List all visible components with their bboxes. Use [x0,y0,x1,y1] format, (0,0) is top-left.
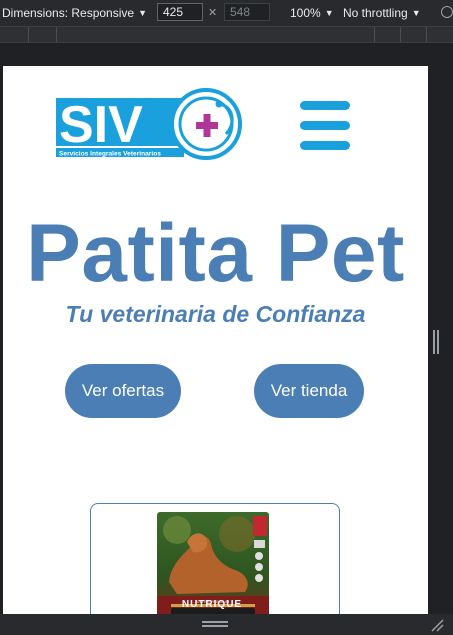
ruler-segment[interactable] [426,27,427,42]
media-query-ruler[interactable] [0,27,453,43]
dimensions-label: Dimensions: Responsive [2,6,135,20]
ruler-segment[interactable] [374,27,375,42]
height-input[interactable] [224,3,270,21]
logo-tagline: Servicios Integrales Veterinarios [59,151,161,158]
logo-text: SIV [59,96,143,154]
viewport-width-resize-handle[interactable] [433,330,439,354]
settings-icon[interactable] [441,6,453,18]
ruler-segment[interactable] [56,27,57,42]
width-input[interactable] [157,3,203,21]
viewport-height-resize-handle[interactable] [202,621,228,627]
throttle-dropdown[interactable]: No throttling ▼ [343,0,421,26]
ruler-segment[interactable] [400,27,401,42]
product-card[interactable]: ULTRA PREMIUM NUTRIQUE [90,503,340,614]
zoom-label: 100% [290,6,321,20]
dimensions-dropdown[interactable]: Dimensions: Responsive ▼ [2,0,147,26]
offers-button[interactable]: Ver ofertas [65,364,181,418]
store-button[interactable]: Ver tienda [254,364,364,418]
dropdown-arrow-icon: ▼ [411,8,421,18]
siv-logo[interactable]: SIV Servicios Integrales Veterinarios [56,88,242,164]
device-toolbar: Dimensions: Responsive ▼ ✕ 100% ▼ No thr… [0,0,453,27]
times-icon: ✕ [208,7,218,19]
page-viewport: SIV Servicios Integrales Veterinarios Pa… [3,66,428,614]
product-brand-label: NUTRIQUE [181,599,243,610]
zoom-dropdown[interactable]: 100% ▼ [290,0,334,26]
dropdown-arrow-icon: ▼ [138,8,147,18]
menu-icon[interactable] [300,101,350,153]
page-subtitle: Tu veterinaria de Confianza [65,301,366,327]
dropdown-arrow-icon: ▼ [324,8,334,18]
page-title: Patita Pet [26,208,405,299]
ruler-segment[interactable] [28,27,29,42]
corner-resize-icon[interactable] [430,618,444,632]
throttle-label: No throttling [343,6,408,20]
